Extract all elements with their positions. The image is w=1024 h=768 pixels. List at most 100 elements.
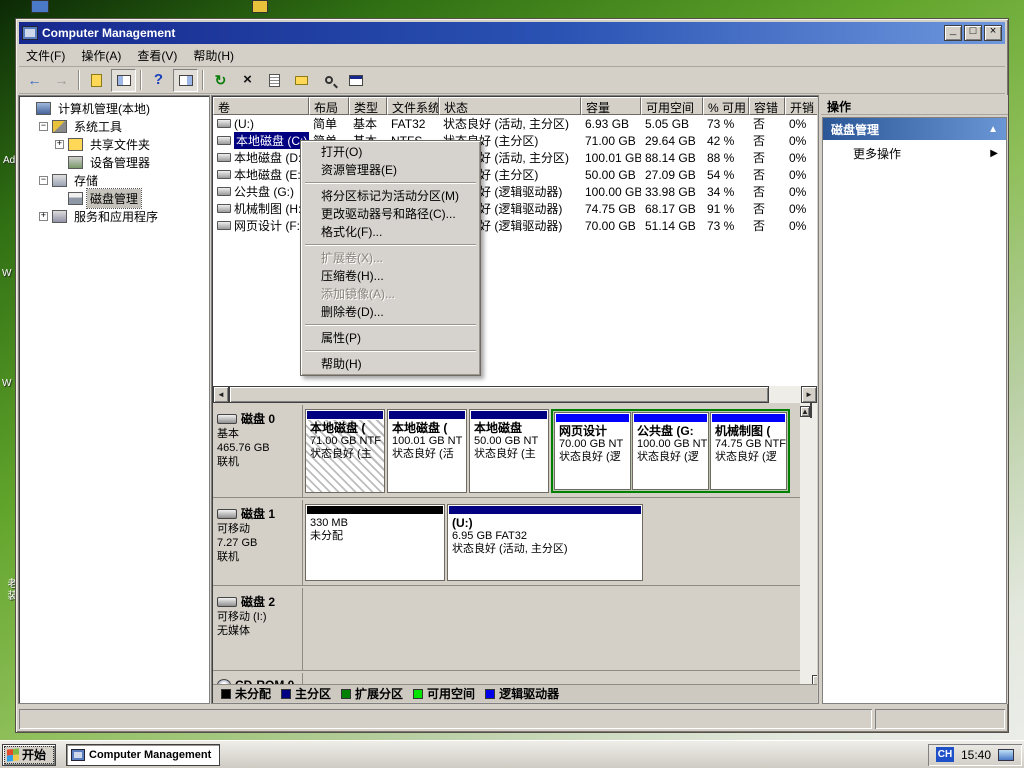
context-menu-item-14[interactable]: 帮助(H): [303, 355, 478, 373]
context-menu-item-12[interactable]: 属性(P): [303, 329, 478, 347]
volume-row[interactable]: (U:)简单基本FAT32状态良好 (活动, 主分区)6.93 GB5.05 G…: [213, 115, 817, 132]
drive-icon: [217, 170, 231, 179]
windows-logo-icon: [7, 748, 19, 761]
scrollbar-thumb[interactable]: [810, 403, 812, 418]
volume-cell: 否: [749, 149, 785, 166]
horizontal-scrollbar[interactable]: ◄ ►: [213, 386, 817, 403]
tree-item-4[interactable]: −存储: [19, 171, 209, 189]
volume-name: 机械制图 (H:): [234, 200, 305, 217]
refresh-button[interactable]: ↻: [208, 69, 233, 92]
window-icon: [71, 749, 85, 761]
window-title: Computer Management: [42, 26, 942, 40]
export-list-button[interactable]: [84, 69, 109, 92]
taskbar-task-button[interactable]: Computer Management: [66, 744, 220, 766]
partition-legend: 未分配主分区扩展分区可用空间逻辑驱动器: [213, 684, 817, 702]
maximize-button[interactable]: □: [964, 25, 982, 41]
scroll-left-button[interactable]: ◄: [213, 386, 229, 403]
partition[interactable]: 网页设计70.00 GB NT状态良好 (逻: [554, 412, 631, 490]
menu-2[interactable]: 查看(V): [130, 45, 184, 66]
vertical-scrollbar[interactable]: ▲ ▼: [800, 403, 817, 691]
title-bar[interactable]: Computer Management _□×: [19, 22, 1005, 44]
partition[interactable]: 机械制图 (74.75 GB NTF状态良好 (逻: [710, 412, 787, 490]
column-header-8[interactable]: 容错: [749, 97, 785, 115]
disk-header[interactable]: 磁盘 0基本465.76 GB联机: [213, 405, 303, 497]
extension-button[interactable]: [343, 69, 368, 92]
context-menu-item-10[interactable]: 删除卷(D)...: [303, 303, 478, 321]
action-pane-toggle-button[interactable]: [173, 69, 198, 92]
close-button[interactable]: ×: [984, 25, 1002, 41]
partition[interactable]: 本地磁盘 (71.00 GB NTF状态良好 (主: [305, 409, 385, 493]
disk-header[interactable]: 磁盘 2可移动 (I:)无媒体: [213, 588, 303, 670]
tree-item-6[interactable]: +服务和应用程序: [19, 207, 209, 225]
delete-button[interactable]: ×: [235, 69, 260, 92]
column-header-3[interactable]: 文件系统: [387, 97, 439, 115]
partition-body: 机械制图 (74.75 GB NTF状态良好 (逻: [711, 423, 786, 489]
desktop-icon-label: W: [2, 378, 11, 389]
language-indicator[interactable]: CH: [936, 747, 954, 762]
actions-section-header[interactable]: 磁盘管理 ▲: [823, 118, 1006, 140]
tree-item-3[interactable]: 设备管理器: [19, 153, 209, 171]
context-menu-item-4[interactable]: 更改驱动器号和路径(C)...: [303, 205, 478, 223]
tree-item-0[interactable]: 计算机管理(本地): [19, 99, 209, 117]
volume-cell: 网页设计 (F:): [213, 217, 309, 234]
toolbar-separator: [78, 70, 80, 90]
column-header-2[interactable]: 类型: [349, 97, 387, 115]
expander-icon[interactable]: −: [39, 122, 48, 131]
scrollbar-thumb[interactable]: [229, 386, 769, 403]
properties-button[interactable]: [262, 69, 287, 92]
partition[interactable]: 330 MB未分配: [305, 504, 445, 581]
disk-header[interactable]: 磁盘 1可移动7.27 GB联机: [213, 500, 303, 585]
context-menu-item-3[interactable]: 将分区标记为活动分区(M): [303, 187, 478, 205]
storage-icon: [52, 174, 67, 187]
help-button[interactable]: ?: [146, 69, 171, 92]
partition-status: 状态良好 (主: [474, 448, 544, 461]
expander-icon[interactable]: +: [55, 140, 64, 149]
scroll-right-button[interactable]: ►: [801, 386, 817, 403]
tree-item-1[interactable]: −系统工具: [19, 117, 209, 135]
context-menu-item-5[interactable]: 格式化(F)...: [303, 223, 478, 241]
column-header-7[interactable]: % 可用: [703, 97, 749, 115]
context-menu-item-8[interactable]: 压缩卷(H)...: [303, 267, 478, 285]
column-header-9[interactable]: 开销: [785, 97, 817, 115]
scroll-up-button[interactable]: ▲: [800, 406, 810, 417]
expander-icon[interactable]: +: [39, 212, 48, 221]
partition-type-bar: [556, 414, 629, 422]
column-header-6[interactable]: 可用空间: [641, 97, 703, 115]
partition[interactable]: 公共盘 (G:100.00 GB NT状态良好 (逻: [632, 412, 709, 490]
tree-item-label: 共享文件夹: [87, 135, 153, 154]
display-tray-icon[interactable]: [998, 749, 1014, 761]
collapse-icon[interactable]: ▲: [988, 124, 998, 135]
partition[interactable]: 本地磁盘50.00 GB NT状态良好 (主: [469, 409, 549, 493]
expander-icon[interactable]: −: [39, 176, 48, 185]
partition-body: (U:)6.95 GB FAT32状态良好 (活动, 主分区): [448, 515, 642, 580]
tree-item-2[interactable]: + 共享文件夹: [19, 135, 209, 153]
context-menu-item-1[interactable]: 资源管理器(E): [303, 161, 478, 179]
back-arrow-button[interactable]: ←: [22, 69, 47, 92]
find-button[interactable]: [316, 69, 341, 92]
clock[interactable]: 15:40: [961, 748, 991, 762]
desktop-icon: [31, 0, 49, 13]
console-tree-toggle-button[interactable]: [111, 69, 136, 92]
find-icon: [325, 76, 333, 84]
context-menu-item-9: 添加镜像(A)...: [303, 285, 478, 303]
partition[interactable]: (U:)6.95 GB FAT32状态良好 (活动, 主分区): [447, 504, 643, 581]
menu-3[interactable]: 帮助(H): [186, 45, 241, 66]
menu-1[interactable]: 操作(A): [74, 45, 128, 66]
open-button[interactable]: [289, 69, 314, 92]
column-header-5[interactable]: 容量: [581, 97, 641, 115]
more-actions-item[interactable]: 更多操作 ▶: [823, 140, 1006, 166]
column-header-0[interactable]: 卷: [213, 97, 309, 115]
tree-item-5[interactable]: 磁盘管理: [19, 189, 209, 207]
column-header-1[interactable]: 布局: [309, 97, 349, 115]
volume-cell: 否: [749, 132, 785, 149]
menu-0[interactable]: 文件(F): [19, 45, 72, 66]
context-menu-item-0[interactable]: 打开(O): [303, 143, 478, 161]
disk-detail: 465.76 GB: [217, 441, 298, 455]
partition[interactable]: 本地磁盘 (100.01 GB NT状态良好 (活: [387, 409, 467, 493]
start-button[interactable]: 开始: [2, 744, 56, 766]
actions-pane-body: 磁盘管理 ▲ 更多操作 ▶: [822, 117, 1007, 704]
partition-label: (U:): [452, 517, 638, 530]
minimize-button[interactable]: _: [944, 25, 962, 41]
forward-arrow-button[interactable]: →: [49, 69, 74, 92]
column-header-4[interactable]: 状态: [439, 97, 581, 115]
